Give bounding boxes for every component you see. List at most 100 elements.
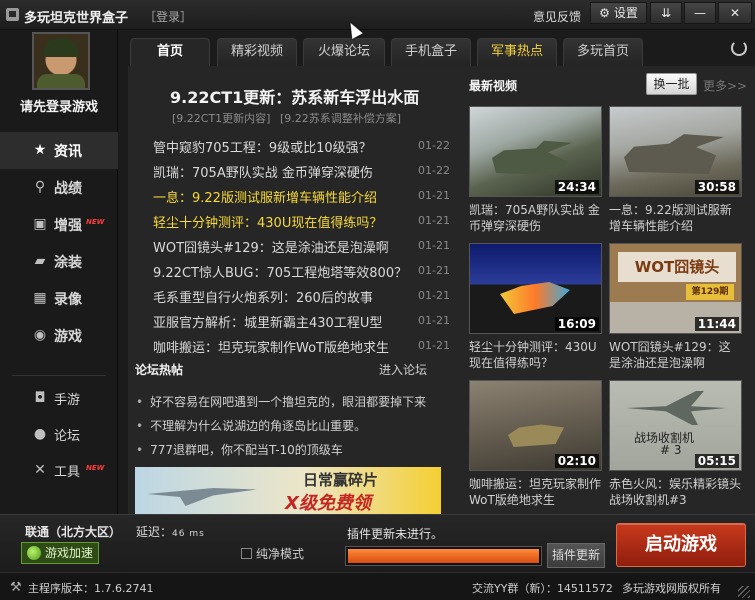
robot-icon: ◘ [34,390,46,406]
video-caption[interactable]: 一息：9.22版测试服新增车辆性能介绍 [609,202,742,235]
news-item[interactable]: 咖啡搬运：坦克玩家制作WoT版绝地求生 01-21 [153,337,450,362]
sidebar-item-label: 涂装 [54,255,82,271]
sidebar-item-replays[interactable]: ▦ 录像 [0,280,118,317]
sidebar-item-games[interactable]: ◉ 游戏 [0,317,118,354]
sidebar-item-mobile-games[interactable]: ◘ 手游 [0,380,118,414]
progress-fill [348,549,539,563]
video-card[interactable]: 战场收割机 # 3 05:15 赤色火风：娱乐精彩镜头战场收割机#3 [609,380,742,509]
menu-button[interactable]: ⇊ [650,2,682,24]
settings-button[interactable]: ⚙ 设置 [590,2,647,24]
start-game-button[interactable]: 启动游戏 [616,523,746,567]
video-card[interactable]: 30:58 一息：9.22版测试服新增车辆性能介绍 [609,106,742,235]
news-item[interactable]: 轻尘十分钟测评：430U现在值得练吗？ 01-21 [153,212,450,237]
video-caption[interactable]: 轻尘十分钟测评：430U现在值得练吗？ [469,339,602,372]
settings-label: 设置 [613,6,638,20]
news-date: 01-21 [418,289,450,302]
pure-mode-checkbox[interactable]: 纯净模式 [241,545,304,562]
wrench-icon[interactable]: ⚒ [10,580,22,595]
tab-military[interactable]: 军事热点 [477,38,557,66]
news-date: 01-22 [418,164,450,177]
video-thumbnail[interactable]: 02:10 [469,380,602,471]
video-card[interactable]: WOT囧镜头 第129期 11:44 WOT囧镜头#129：这是涂油还是泡澡啊 [609,243,742,372]
video-thumbnail[interactable]: 30:58 [609,106,742,197]
forum-post[interactable]: 不理解为什么说湖边的角逐岛比山重要。 [136,417,446,434]
video-thumbnail[interactable]: 战场收割机 # 3 05:15 [609,380,742,471]
video-thumbnail[interactable]: 16:09 [469,243,602,334]
news-item[interactable]: 管中窥豹705工程：9级或比10级强？ 01-22 [153,137,450,162]
forum-section-title: 论坛热帖 [135,363,184,377]
news-item[interactable]: 9.22CT惊人BUG：705工程炮塔等效800？ 01-21 [153,262,450,287]
star-icon: ★ [33,142,47,158]
sidebar-item-forum[interactable]: ● 论坛 [0,416,118,450]
video-caption[interactable]: 赤色火风：娱乐精彩镜头战场收割机#3 [609,476,742,509]
news-title[interactable]: 亚服官方解析：城里新霸主430工程U型 [153,312,413,331]
news-title[interactable]: 轻尘十分钟测评：430U现在值得练吗？ [153,212,413,231]
sidebar-item-skins[interactable]: ▰ 涂装 [0,243,118,280]
tab-forum[interactable]: 火爆论坛 [303,38,385,66]
tank-icon: ▰ [34,253,46,269]
news-title[interactable]: 咖啡搬运：坦克玩家制作WoT版绝地求生 [153,337,413,356]
tank-illustration [508,424,564,447]
login-link[interactable]: ［登录］ [144,8,192,25]
promo-banner[interactable]: 日常赢碎片 X级免费领 [135,467,441,514]
gear-icon: ⚙ [599,6,610,20]
news-item[interactable]: 毛系重型自行火炮系列：260后的故事 01-21 [153,287,450,312]
video-duration: 16:09 [554,317,599,331]
footer: ⚒ 主程序版本：1.7.6.2741 交流YY群（新）：14511572 多玩游… [0,572,755,600]
sidebar-item-label: 战绩 [54,181,82,197]
video-card[interactable]: 16:09 轻尘十分钟测评：430U现在值得练吗？ [469,243,602,372]
news-title[interactable]: 9.22CT惊人BUG：705工程炮塔等效800？ [153,262,413,281]
accelerate-button[interactable]: 游戏加速 [21,542,99,564]
video-caption[interactable]: 咖啡搬运：坦克玩家制作WoT版绝地求生 [469,476,602,509]
tab-duowan-home[interactable]: 多玩首页 [563,38,643,66]
videos-more-link[interactable]: 更多>> [703,77,747,94]
server-label[interactable]: 联通（北方大区） [25,523,121,540]
sidebar-item-news[interactable]: ★ 资讯 [0,132,118,169]
avatar[interactable] [32,32,90,90]
sidebar-item-tools[interactable]: ✕ 工具 NEW [0,452,118,486]
jet-illustration [626,391,726,425]
feedback-link[interactable]: 意见反馈 [533,8,581,25]
video-card[interactable]: 24:34 凯瑞：705A野队实战 金币弹穿深硬伤 [469,106,602,235]
news-title[interactable]: 一息：9.22版测试服新增车辆性能介绍 [153,187,413,206]
news-title[interactable]: 毛系重型自行火炮系列：260后的故事 [153,287,413,306]
news-title[interactable]: WOT囧镜头#129：这是涂油还是泡澡啊 [153,237,413,256]
news-item[interactable]: WOT囧镜头#129：这是涂油还是泡澡啊 01-21 [153,237,450,262]
checkbox-box[interactable] [241,548,252,559]
news-date: 01-21 [418,339,450,352]
forum-more-link[interactable]: 进入论坛 [379,361,427,378]
video-thumbnail[interactable]: WOT囧镜头 第129期 11:44 [609,243,742,334]
login-prompt[interactable]: 请先登录游戏 [0,96,118,115]
banner-line1: 日常赢碎片 [303,471,379,489]
tab-home[interactable]: 首页 [130,38,210,66]
forum-post[interactable]: 777退群吧，你不配当T-10的顶级车 [136,441,446,458]
tab-bar: 首页 精彩视频 火爆论坛 手机盒子 军事热点 多玩首页 [130,36,755,66]
news-item[interactable]: 凯瑞：705A野队实战 金币弹穿深硬伤 01-22 [153,162,450,187]
forum-post[interactable]: 好不容易在网吧遇到一个撸坦克的，眼泪都要掉下来 [136,393,446,410]
video-thumbnail[interactable]: 24:34 [469,106,602,197]
qq-group-label[interactable]: 交流YY群（新）：14511572 [472,580,613,596]
latency-display: 延迟：46 ms [136,523,205,540]
video-caption[interactable]: WOT囧镜头#129：这是涂油还是泡澡啊 [609,339,742,372]
news-title[interactable]: 凯瑞：705A野队实战 金币弹穿深硬伤 [153,162,413,181]
refresh-icon[interactable] [731,40,747,56]
news-item[interactable]: 一息：9.22版测试服新增车辆性能介绍 01-21 [153,187,450,212]
tab-mobile-box[interactable]: 手机盒子 [391,38,471,66]
sidebar-item-enhance[interactable]: ▣ 增强 NEW [0,206,118,243]
refresh-videos-button[interactable]: 换一批 [646,73,697,95]
film-icon: ▦ [33,290,47,306]
video-caption[interactable]: 凯瑞：705A野队实战 金币弹穿深硬伤 [469,202,602,235]
headline[interactable]: 9.22CT1更新：苏系新车浮出水面 [170,84,419,108]
tab-videos[interactable]: 精彩视频 [217,38,297,66]
news-item[interactable]: 亚服官方解析：城里新霸主430工程U型 01-21 [153,312,450,337]
resize-grip-icon[interactable] [738,586,750,598]
new-badge: NEW [86,218,105,226]
close-button[interactable]: ✕ [718,2,752,24]
video-card[interactable]: 02:10 咖啡搬运：坦克玩家制作WoT版绝地求生 [469,380,602,509]
sidebar-item-records[interactable]: ⚲ 战绩 [0,169,118,206]
minimize-button[interactable]: — [684,2,716,24]
news-title[interactable]: 管中窥豹705工程：9级或比10级强？ [153,137,413,156]
subheadline-link[interactable]: [9.22苏系调整补偿方案] [280,112,401,125]
plugin-update-button[interactable]: 插件更新 [547,543,605,568]
subheadline-link[interactable]: [9.22CT1更新内容] [172,112,270,125]
